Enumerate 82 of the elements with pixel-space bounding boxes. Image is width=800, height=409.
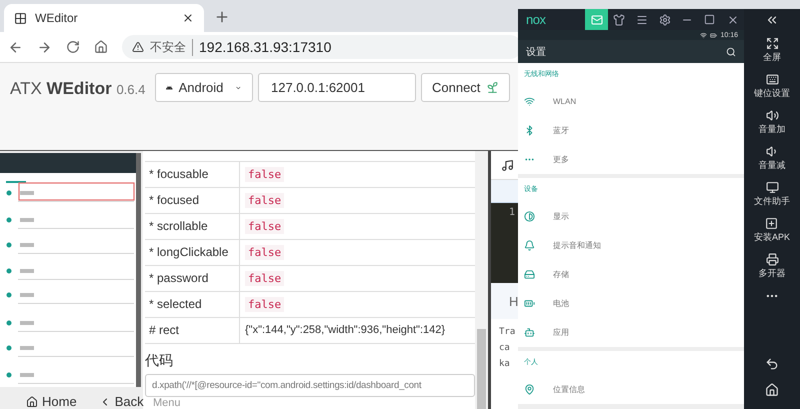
- volume-up-icon: [766, 109, 778, 122]
- property-name: * selected: [145, 292, 240, 317]
- forward-icon[interactable]: [37, 40, 52, 54]
- close-icon[interactable]: [726, 14, 739, 26]
- property-name: * focusable: [145, 162, 240, 187]
- scrollbar[interactable]: [475, 151, 488, 409]
- mail-icon: [590, 14, 603, 26]
- property-value: false: [245, 270, 284, 286]
- menu-icon: [636, 14, 648, 26]
- settings-icon: [658, 14, 671, 26]
- drive-icon: [524, 269, 535, 280]
- console-text: Tra: [499, 327, 516, 337]
- sidebar-button[interactable]: 多开器: [758, 253, 786, 289]
- volume-down-icon: [766, 145, 778, 158]
- security-label: 不安全: [150, 38, 193, 56]
- map-pin-icon: [524, 384, 535, 395]
- sprout-icon: [486, 81, 500, 94]
- settings-item[interactable]: WLAN: [518, 87, 744, 116]
- platform-select[interactable]: Android: [155, 73, 253, 102]
- printer-icon: [766, 253, 778, 266]
- home-icon: [26, 396, 38, 408]
- console-text: ca: [499, 343, 510, 353]
- nox-logo: nox: [525, 12, 547, 27]
- music-icon[interactable]: [501, 158, 514, 172]
- settings-item[interactable]: 蓝牙: [518, 116, 744, 145]
- property-value: false: [245, 166, 284, 182]
- toolbar-button[interactable]: [585, 9, 608, 30]
- url-text: 192.168.31.93:17310: [199, 39, 332, 55]
- warning-icon: [132, 41, 144, 53]
- battery-status-icon: [710, 32, 718, 38]
- sidebar-button[interactable]: 文件助手: [754, 181, 790, 217]
- browser-tab[interactable]: WEditor: [4, 4, 204, 32]
- settings-item[interactable]: 更多: [518, 145, 744, 174]
- sidebar-button[interactable]: 音量减: [758, 145, 786, 181]
- plus-square-icon: [765, 217, 778, 230]
- property-value: false: [245, 244, 284, 260]
- device-button[interactable]: Home: [26, 394, 77, 409]
- app-title: ATX WEditor 0.6.4: [10, 79, 146, 99]
- close-tab-icon[interactable]: [182, 12, 194, 24]
- property-name: * focused: [145, 188, 240, 213]
- back-icon[interactable]: [8, 40, 23, 54]
- property-name: * scrollable: [145, 214, 240, 239]
- robot-icon: [524, 327, 535, 338]
- property-name: # rect: [145, 318, 240, 343]
- contrast-icon: [524, 211, 535, 222]
- address-field[interactable]: 127.0.0.1:62001: [258, 73, 416, 102]
- settings-item[interactable]: 位置信息: [518, 375, 744, 404]
- section-heading: 代码: [145, 352, 174, 370]
- signal-icon: [700, 32, 708, 38]
- property-name: * longClickable: [145, 240, 240, 265]
- tab-title: WEditor: [35, 11, 79, 25]
- home-icon[interactable]: [94, 40, 108, 54]
- new-tab-icon[interactable]: [214, 9, 230, 25]
- sidebar-button[interactable]: 键位设置: [754, 73, 790, 109]
- fullscreen-icon: [766, 37, 778, 50]
- bluetooth-icon: [524, 125, 535, 136]
- settings-item[interactable]: 应用: [518, 318, 744, 347]
- property-value: false: [245, 296, 284, 312]
- sidebar-button[interactable]: 音量加: [758, 109, 786, 145]
- back-icon[interactable]: [765, 357, 779, 371]
- monitor-icon: [766, 181, 778, 194]
- console-text: ka: [499, 359, 510, 369]
- battery-icon: [524, 298, 535, 309]
- property-value: false: [245, 192, 284, 208]
- reload-icon[interactable]: [66, 40, 80, 54]
- keyboard-icon: [766, 73, 778, 86]
- property-value: {"x":144,"y":258,"width":936,"height":142}: [245, 324, 446, 336]
- code-field[interactable]: d.xpath('//*[@resource-id="com.android.settings:id/dashboard_cont: [145, 374, 475, 398]
- menu-label: Menu: [152, 397, 182, 409]
- sidebar-button[interactable]: 全屏: [763, 37, 781, 73]
- app-logo-icon: [14, 12, 27, 24]
- property-value: false: [245, 218, 284, 234]
- maximize-icon[interactable]: [704, 14, 716, 25]
- search-icon[interactable]: [726, 46, 736, 56]
- connect-button[interactable]: Connect: [421, 73, 510, 102]
- wifi-icon: [524, 96, 535, 107]
- sidebar-button[interactable]: 安装APK: [754, 217, 790, 253]
- app-bar-title: 设置: [526, 46, 546, 58]
- property-name: * password: [145, 266, 240, 291]
- device-button[interactable]: Back: [98, 394, 144, 409]
- shirt-icon: [613, 14, 626, 26]
- bell-icon: [524, 240, 535, 251]
